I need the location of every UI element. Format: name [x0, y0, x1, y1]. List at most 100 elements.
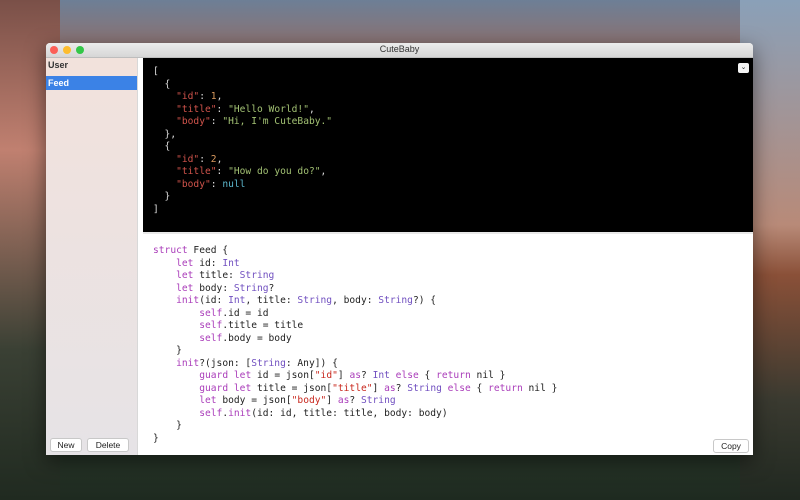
code-line: init(id: Int, title: String, body: Strin…	[153, 295, 557, 308]
code-token: "id"	[176, 91, 200, 102]
code-token: let	[176, 257, 194, 269]
code-line: },	[153, 129, 332, 142]
code-token: :	[210, 116, 223, 127]
code-line: }	[153, 420, 557, 433]
code-line: "title": "Hello World!",	[153, 104, 332, 117]
code-token: "title"	[176, 166, 217, 177]
code-line: let body: String?	[153, 283, 557, 296]
chevron-down-icon[interactable]: ⌄	[738, 63, 749, 73]
code-line: }	[153, 433, 557, 446]
json-text[interactable]: [ { "id": 1, "title": "Hello World!", "b…	[153, 66, 332, 216]
code-token: :	[199, 91, 211, 102]
code-token: ,	[216, 91, 223, 102]
code-token: let	[233, 370, 252, 381]
code-token: String	[297, 295, 333, 306]
code-token: }	[153, 191, 171, 202]
code-token: "title"	[176, 103, 217, 115]
code-token: {	[470, 382, 489, 394]
code-token: let	[176, 270, 194, 281]
code-line: ]	[153, 204, 332, 217]
code-token: (id:	[199, 295, 229, 306]
sidebar: User Feed New Delete	[46, 58, 138, 455]
code-token: ?	[395, 382, 408, 394]
code-token: let	[199, 395, 217, 406]
code-line: init?(json: [String: Any]) {	[153, 358, 557, 371]
code-token: String	[239, 270, 275, 281]
code-token: Int	[228, 295, 246, 306]
sidebar-item-feed[interactable]: Feed	[46, 76, 137, 90]
code-token: .id = id	[222, 307, 269, 319]
swift-code-text: struct Feed { let id: Int let title: Str…	[153, 245, 557, 445]
code-token: }	[153, 420, 182, 431]
sidebar-header: User	[48, 60, 69, 70]
code-token: ?) {	[412, 295, 437, 306]
code-token: String	[233, 282, 269, 294]
code-token: init	[176, 295, 200, 306]
code-token: else	[395, 370, 419, 381]
code-token: , body:	[332, 295, 379, 306]
code-token: {	[418, 370, 437, 381]
code-token: ?	[268, 282, 275, 294]
code-token: ]	[372, 382, 385, 394]
code-line: struct Feed {	[153, 245, 557, 258]
code-token: return	[436, 370, 471, 381]
code-token: "body"	[176, 178, 211, 190]
code-token: "How do you do?"	[228, 166, 321, 177]
code-token: return	[488, 382, 523, 394]
code-line: "id": 1,	[153, 91, 332, 104]
code-token: Int	[222, 257, 240, 269]
code-line: let id: Int	[153, 258, 557, 271]
code-token: self	[199, 307, 223, 319]
code-token: body = json[	[216, 395, 292, 406]
delete-button[interactable]: Delete	[87, 438, 129, 452]
code-token: ]	[326, 395, 338, 406]
window-title: CuteBaby	[379, 44, 420, 54]
code-token: String	[407, 382, 442, 394]
code-token: },	[153, 128, 177, 140]
code-line: let title: String	[153, 270, 557, 283]
code-line: }	[153, 191, 332, 204]
new-button[interactable]: New	[50, 438, 82, 452]
code-token: Int	[372, 370, 390, 381]
code-token: guard	[199, 382, 229, 394]
code-token: (id: id, title: title, body: body)	[251, 407, 448, 419]
code-token: ]	[153, 203, 159, 215]
code-token: : Any]) {	[285, 357, 338, 369]
code-line: "body": "Hi, I'm CuteBaby."	[153, 116, 332, 129]
code-token: :	[216, 103, 229, 115]
code-token: {	[153, 141, 171, 152]
code-line: self.title = title	[153, 320, 557, 333]
code-token: ?	[349, 395, 361, 406]
json-editor[interactable]: [ { "id": 1, "title": "Hello World!", "b…	[143, 58, 753, 232]
code-token: "body"	[176, 116, 211, 127]
code-token: :	[199, 153, 211, 165]
code-line: self.body = body	[153, 333, 557, 346]
code-token: struct	[153, 245, 188, 256]
code-token: "Hello World!"	[228, 103, 309, 115]
code-token: id = json[	[251, 370, 315, 381]
code-token: else	[447, 382, 471, 394]
title-bar[interactable]: CuteBaby	[46, 43, 753, 58]
copy-button[interactable]: Copy	[713, 439, 749, 453]
code-token: {	[153, 78, 171, 90]
code-token: Feed {	[187, 245, 229, 256]
code-token: as	[337, 395, 350, 406]
code-token: nil }	[470, 370, 506, 381]
code-token: .body = body	[222, 332, 292, 344]
code-token: }	[153, 345, 182, 356]
code-token: let	[233, 382, 252, 394]
code-line: {	[153, 79, 332, 92]
code-token: "id"	[176, 153, 200, 165]
code-token: ,	[320, 166, 327, 177]
